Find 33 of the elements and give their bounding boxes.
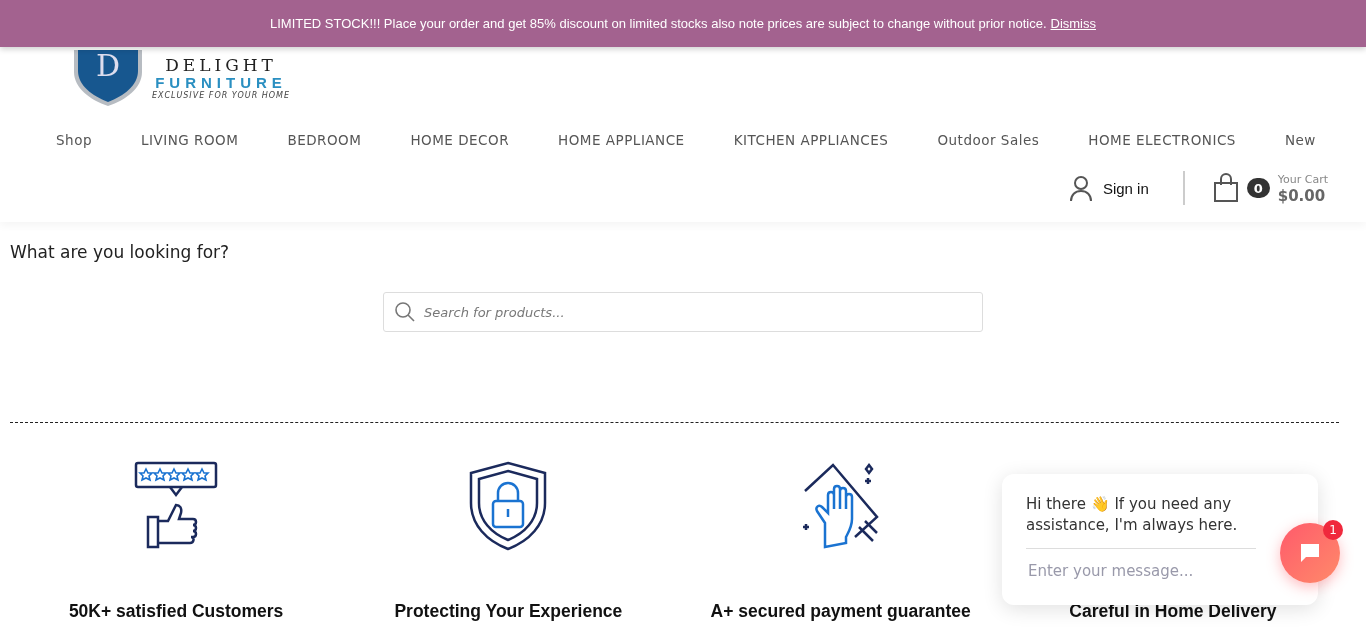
logo-subtitle: FURNITURE [155,74,287,91]
cart-count: 0 [1246,178,1270,198]
nav-link[interactable]: HOME DECOR [410,132,510,148]
nav-link[interactable]: New [1284,132,1316,148]
shield-logo-icon: D [72,50,144,106]
user-icon [1068,175,1093,201]
search-icon [395,302,415,322]
logo-tagline: EXCLUSIVE FOR YOUR HOME [152,91,291,100]
nav-link[interactable]: Outdoor Sales [937,132,1040,148]
chat-bubble-icon [1299,543,1321,563]
feature-title: Careful in Home Delivery [1069,601,1277,622]
logo-name: DELIGHT [165,56,277,74]
cart-label: Your Cart [1277,172,1328,188]
feature-title: 50K+ satisfied Customers [68,601,284,622]
announcement-text: LIMITED STOCK!!! Place your order and get 85% discount on limited stocks also note prices are subject to change without prior notice. [269,16,1047,31]
nav-link[interactable]: HOME ELECTRONICS [1088,132,1236,148]
nav-link[interactable]: LIVING ROOM [141,132,239,148]
shopping-bag-icon [1212,173,1239,203]
sign-in-link[interactable]: Sign in [1068,175,1149,201]
nav-link[interactable]: BEDROOM [287,132,362,148]
search-heading: What are you looking for? [10,242,231,262]
feature-title: A+ secured payment guarantee [710,601,971,622]
nav-link[interactable]: HOME APPLIANCE [558,132,685,148]
feature-title: Protecting Your Experience [394,601,623,622]
cart-total: $0.00 [1277,188,1327,204]
dismiss-link[interactable]: Dismiss [1050,16,1096,31]
shield-lock-icon [469,461,548,551]
chat-greeting: Hi there 👋 If you need any assistance, I'm always here. [1026,494,1256,549]
notification-badge: 1 [1323,520,1343,540]
rating-thumbs-up-icon [134,461,219,551]
search-field[interactable]: Search for products... [383,292,983,332]
nav-link[interactable]: KITCHEN APPLIANCES [733,132,889,148]
nav-link[interactable]: Shop [56,132,92,148]
